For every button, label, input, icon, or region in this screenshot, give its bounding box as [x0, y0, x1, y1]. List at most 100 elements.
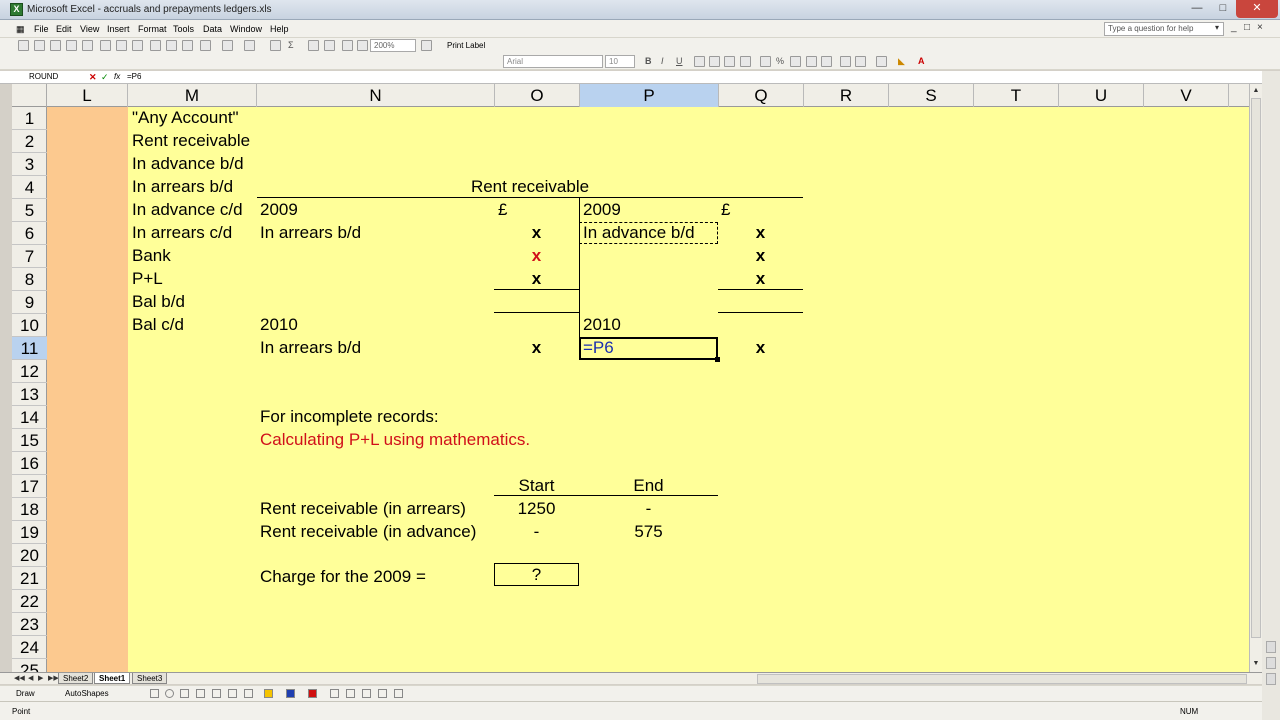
- format-painter-icon[interactable]: [200, 40, 211, 51]
- cell-m3[interactable]: In advance b/d: [132, 154, 244, 174]
- cell-o17[interactable]: Start: [494, 476, 579, 496]
- currency-icon[interactable]: [760, 56, 771, 67]
- copy-icon[interactable]: [166, 40, 177, 51]
- email-icon[interactable]: [82, 40, 93, 51]
- redo-icon[interactable]: [244, 40, 255, 51]
- hyperlink-icon[interactable]: [270, 40, 281, 51]
- menu-window[interactable]: Window: [230, 24, 262, 34]
- column-header-q[interactable]: Q: [719, 84, 804, 107]
- rectangle-icon[interactable]: [150, 689, 159, 698]
- cell-q5[interactable]: £: [721, 200, 730, 220]
- cell-m2[interactable]: Rent receivable: [132, 131, 250, 151]
- split-icon[interactable]: [1266, 657, 1276, 669]
- picture-icon[interactable]: [244, 689, 253, 698]
- dash-style-icon[interactable]: [346, 689, 355, 698]
- row-header[interactable]: 24: [12, 636, 47, 659]
- diagram-icon[interactable]: [212, 689, 221, 698]
- row-header[interactable]: 21: [12, 567, 47, 590]
- cell-o8[interactable]: x: [494, 269, 579, 289]
- cell-q7[interactable]: x: [718, 246, 803, 266]
- arrow-style-icon[interactable]: [362, 689, 371, 698]
- help-icon[interactable]: [421, 40, 432, 51]
- print-icon[interactable]: [100, 40, 111, 51]
- row-header-selected[interactable]: 11: [12, 337, 47, 360]
- cell-p10[interactable]: 2010: [583, 315, 621, 335]
- sheet-tab-sheet1[interactable]: Sheet1: [94, 673, 131, 684]
- row-header[interactable]: 14: [12, 406, 47, 429]
- increase-decimal-icon[interactable]: [806, 56, 817, 67]
- cell-m5[interactable]: In advance c/d: [132, 200, 243, 220]
- 3d-icon[interactable]: [394, 689, 403, 698]
- cell-n19[interactable]: Rent receivable (in advance): [260, 522, 476, 542]
- cell-n6[interactable]: In arrears b/d: [260, 223, 361, 243]
- select-all-corner[interactable]: [12, 84, 47, 107]
- cancel-icon[interactable]: ✕: [89, 71, 97, 83]
- increase-indent-icon[interactable]: [855, 56, 866, 67]
- vertical-scrollbar[interactable]: ▲ ▼: [1249, 84, 1262, 672]
- cell-q6[interactable]: x: [718, 223, 803, 243]
- cell-m7[interactable]: Bank: [132, 246, 171, 266]
- cell-n5[interactable]: 2009: [260, 200, 298, 220]
- doc-restore-icon[interactable]: □: [1244, 22, 1250, 33]
- sort-ascending-icon[interactable]: [308, 40, 319, 51]
- insert-function-icon[interactable]: fx: [114, 71, 120, 83]
- font-color-draw-icon[interactable]: [308, 689, 317, 698]
- column-header-m[interactable]: M: [128, 84, 257, 107]
- row-header[interactable]: 23: [12, 613, 47, 636]
- row-header[interactable]: 2: [12, 130, 47, 153]
- row-header[interactable]: 13: [12, 383, 47, 406]
- align-right-icon[interactable]: [724, 56, 735, 67]
- cell-n15[interactable]: Calculating P+L using mathematics.: [260, 430, 530, 450]
- open-icon[interactable]: [34, 40, 45, 51]
- column-header-u[interactable]: U: [1059, 84, 1144, 107]
- scroll-up-icon[interactable]: ▲: [1250, 85, 1262, 97]
- cell-n21[interactable]: Charge for the 2009 =: [260, 567, 426, 587]
- shadow-icon[interactable]: [378, 689, 387, 698]
- column-header-n[interactable]: N: [257, 84, 495, 107]
- split-icon[interactable]: [1266, 641, 1276, 653]
- row-header[interactable]: 5: [12, 199, 47, 222]
- textbox-icon[interactable]: [180, 689, 189, 698]
- menu-file[interactable]: File: [34, 24, 49, 34]
- row-header[interactable]: 4: [12, 176, 47, 199]
- paste-icon[interactable]: [182, 40, 193, 51]
- align-left-icon[interactable]: [694, 56, 705, 67]
- font-size-select[interactable]: 10: [605, 55, 635, 68]
- excel-doc-icon[interactable]: ▦: [16, 24, 25, 35]
- row-header[interactable]: 12: [12, 360, 47, 383]
- undo-icon[interactable]: [222, 40, 233, 51]
- row-header[interactable]: 18: [12, 498, 47, 521]
- minimize-button[interactable]: —: [1184, 0, 1210, 18]
- print-label-button[interactable]: Print Label: [447, 41, 485, 50]
- autoshapes-menu[interactable]: AutoShapes: [65, 689, 109, 698]
- column-header-p[interactable]: P: [580, 84, 719, 107]
- name-box[interactable]: ROUND: [12, 71, 86, 83]
- cell-o19[interactable]: -: [494, 522, 579, 542]
- cell-o18[interactable]: 1250: [494, 499, 579, 519]
- column-header-v[interactable]: V: [1144, 84, 1229, 107]
- merge-center-icon[interactable]: [740, 56, 751, 67]
- draw-menu[interactable]: Draw: [16, 689, 35, 698]
- spelling-icon[interactable]: [132, 40, 143, 51]
- zoom-select[interactable]: 200%: [370, 39, 416, 52]
- sheet-tab-sheet2[interactable]: Sheet2: [58, 673, 94, 684]
- cell-o7[interactable]: x: [494, 246, 579, 266]
- autosum-icon[interactable]: Σ: [288, 40, 294, 51]
- save-icon[interactable]: [50, 40, 61, 51]
- line-icon[interactable]: [122, 689, 131, 698]
- line-color-icon[interactable]: [286, 689, 295, 698]
- horizontal-scrollbar[interactable]: [757, 674, 1247, 684]
- cell-p17[interactable]: End: [579, 476, 718, 496]
- cell-m6[interactable]: In arrears c/d: [132, 223, 232, 243]
- column-header-l[interactable]: L: [47, 84, 128, 107]
- cell-m8[interactable]: P+L: [132, 269, 163, 289]
- first-sheet-icon[interactable]: ◀◀: [14, 673, 25, 684]
- decrease-decimal-icon[interactable]: [821, 56, 832, 67]
- row-header[interactable]: 22: [12, 590, 47, 613]
- next-sheet-icon[interactable]: ▶: [38, 673, 43, 684]
- cell-p18[interactable]: -: [579, 499, 718, 519]
- row-header[interactable]: 3: [12, 153, 47, 176]
- prev-sheet-icon[interactable]: ◀: [28, 673, 33, 684]
- excel-app-icon[interactable]: X: [10, 3, 23, 16]
- column-header-t[interactable]: T: [974, 84, 1059, 107]
